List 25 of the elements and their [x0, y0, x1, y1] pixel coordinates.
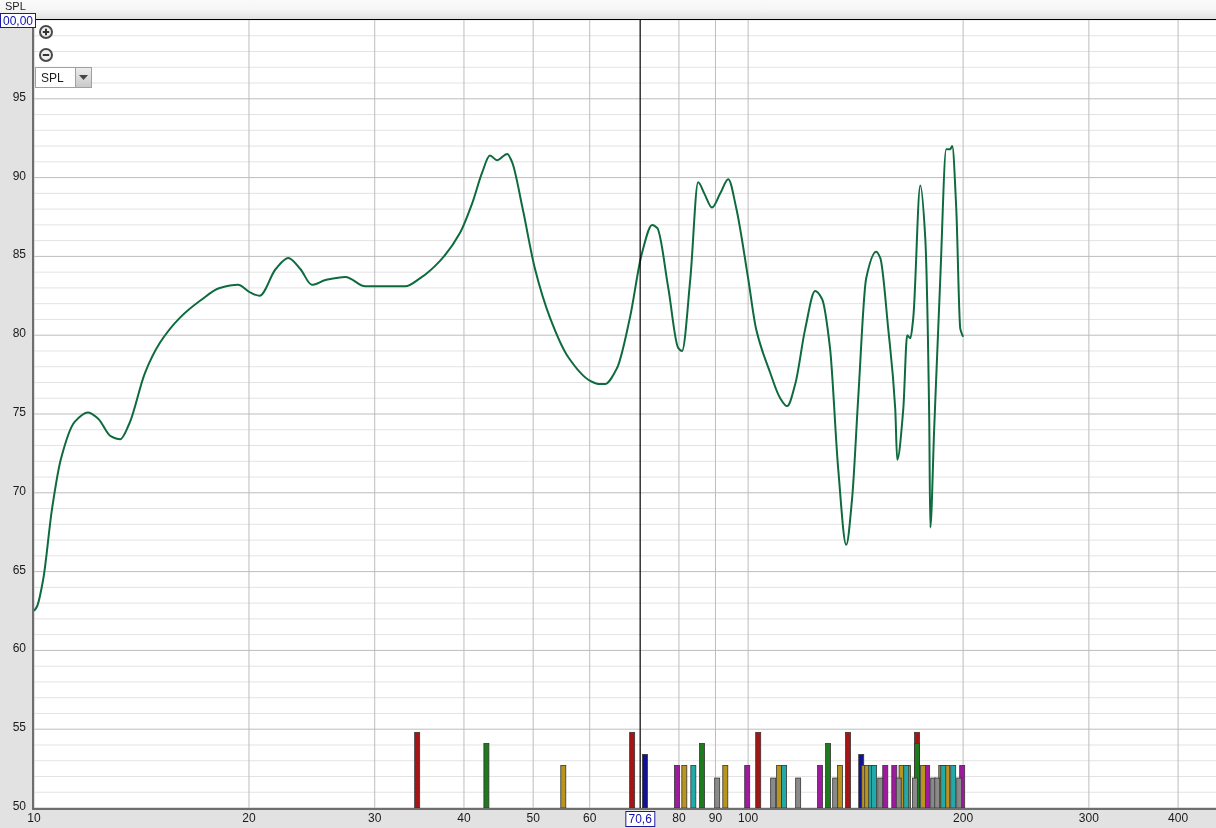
x-axis-label: 10 [27, 813, 41, 824]
x-axis-label: 90 [708, 813, 723, 824]
x-axis-label: 80 [672, 813, 686, 824]
x-axis-label: 200 [953, 813, 974, 824]
x-axis-label: 400 [1168, 813, 1189, 824]
y-axis-label: 70 [12, 485, 26, 497]
y-axis-label: 65 [12, 564, 26, 576]
axis-title: SPL [5, 0, 26, 12]
y-axis-label: 75 [12, 406, 26, 418]
y-axis-label: 90 [12, 170, 26, 182]
x-axis-label: 50 [526, 813, 540, 824]
y-axis-label: 85 [12, 248, 26, 260]
x-axis-label: 40 [457, 813, 471, 824]
x-axis-label: 30 [368, 813, 382, 824]
x-axis-label: 60 [583, 813, 597, 824]
cursor-frequency-readout: 70,6 [625, 811, 655, 827]
y-axis-label: 95 [12, 91, 26, 103]
cursor-level-readout: 00,00 [0, 13, 37, 28]
x-axis-label: 300 [1078, 813, 1099, 824]
y-axis-label: 80 [12, 327, 26, 339]
x-axis-label: 20 [242, 813, 256, 824]
y-axis-label: 50 [12, 800, 26, 812]
y-axis-label: 55 [12, 721, 26, 733]
y-axis-label: 60 [12, 642, 26, 654]
x-axis-label: 100 [738, 813, 759, 824]
